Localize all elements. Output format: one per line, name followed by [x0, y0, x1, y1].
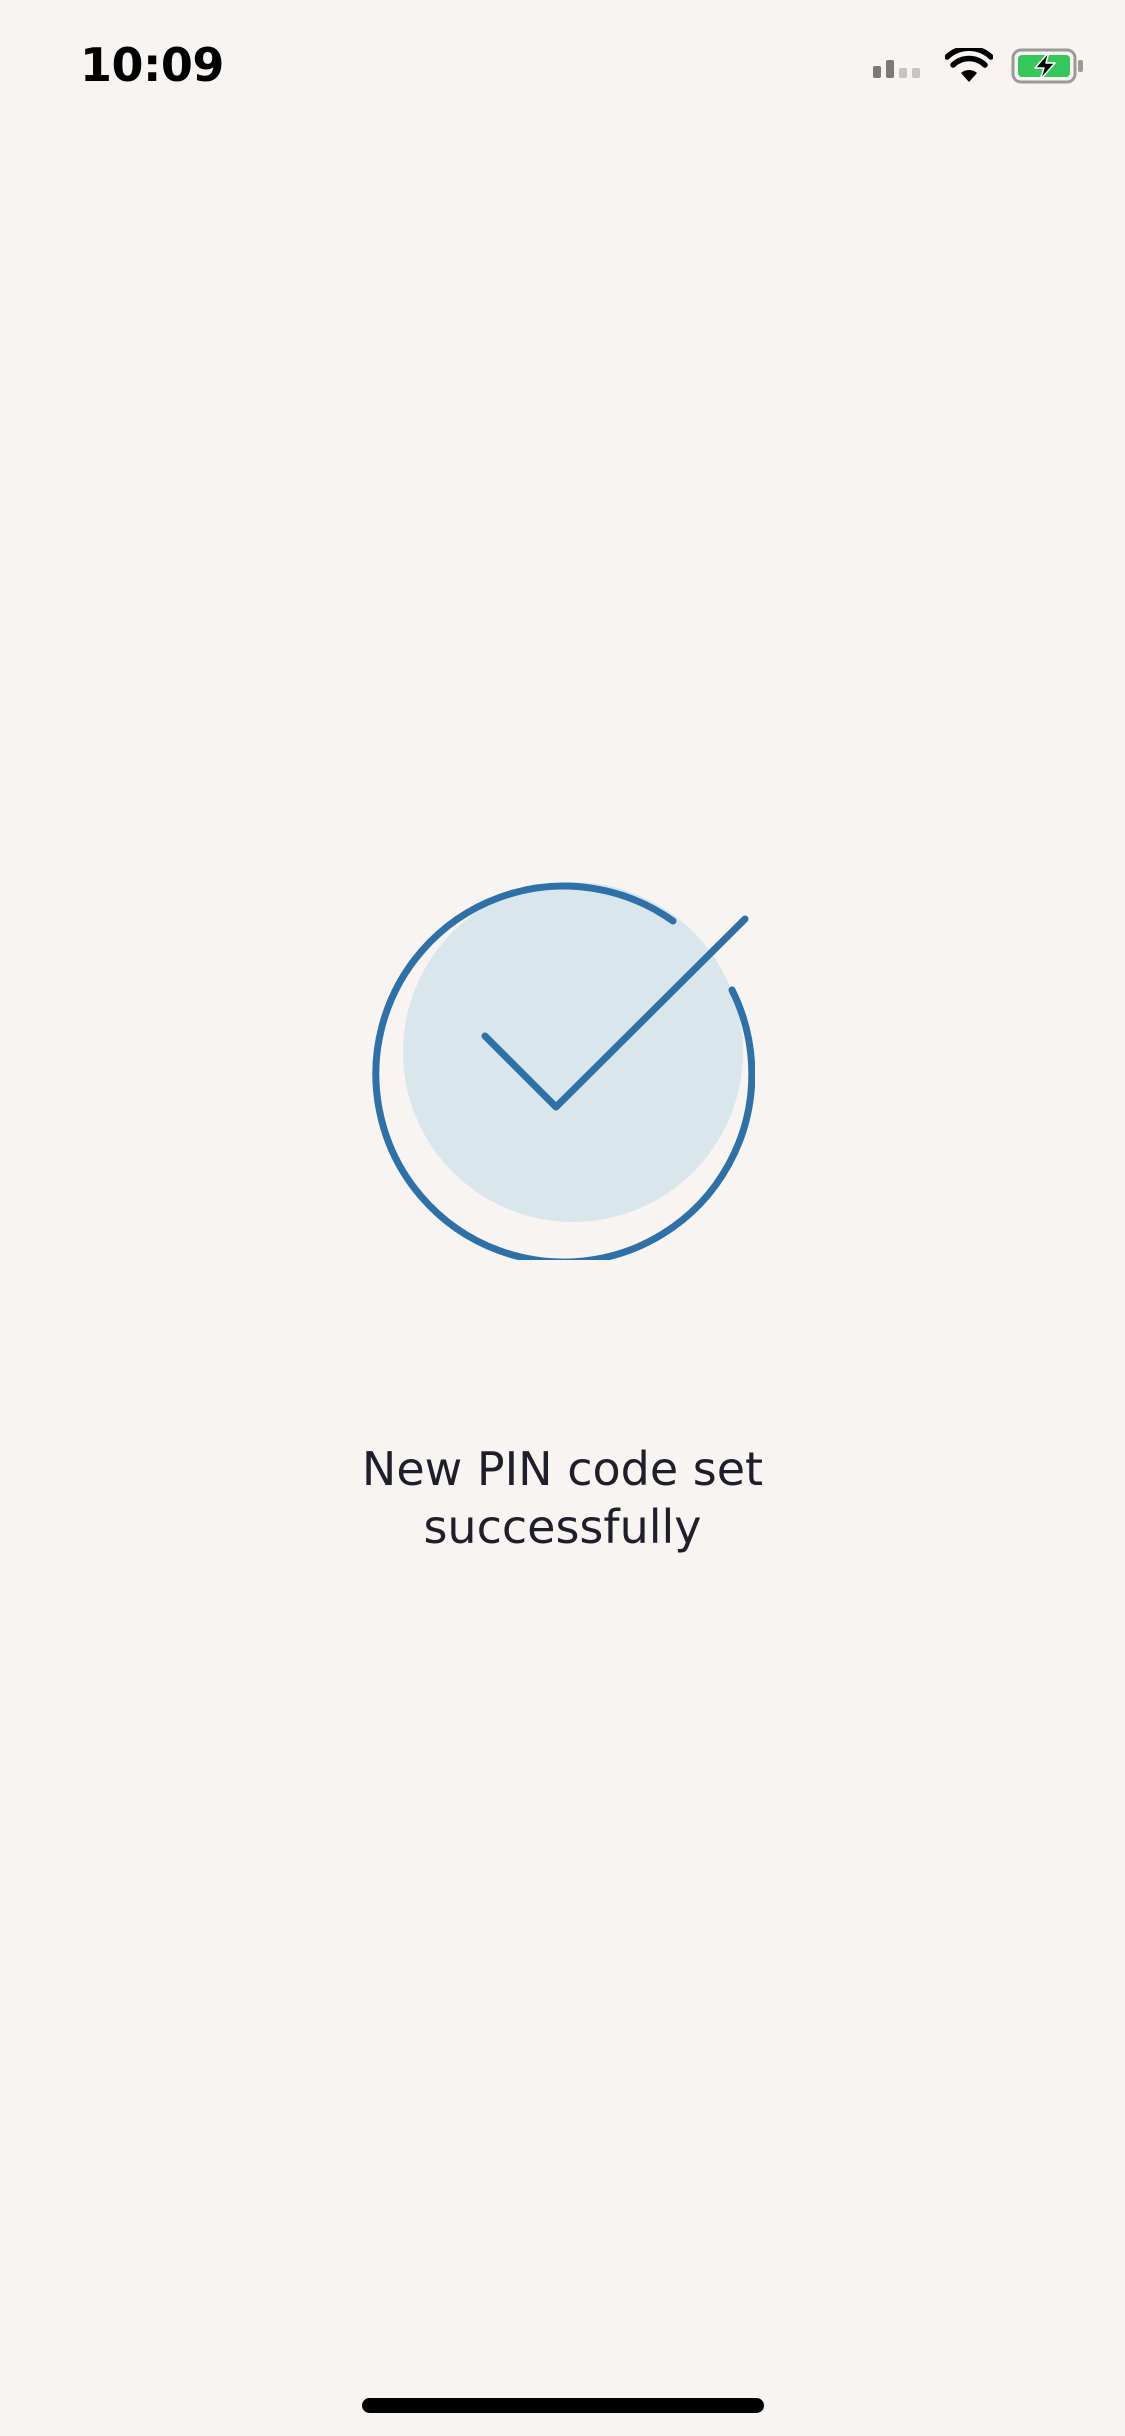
status-time: 10:09 [80, 38, 224, 92]
wifi-icon [945, 48, 993, 84]
status-bar: 10:09 [0, 0, 1125, 140]
status-icons [871, 48, 1085, 84]
checkmark-circle-icon [370, 875, 755, 1260]
success-message-line1: New PIN code set [361, 1442, 764, 1496]
battery-charging-icon [1011, 48, 1085, 84]
cellular-signal-icon [871, 54, 927, 78]
success-message-line2: successfully [423, 1500, 702, 1554]
success-message: New PIN code set successfully [0, 1440, 1125, 1556]
home-indicator[interactable] [362, 2398, 764, 2413]
